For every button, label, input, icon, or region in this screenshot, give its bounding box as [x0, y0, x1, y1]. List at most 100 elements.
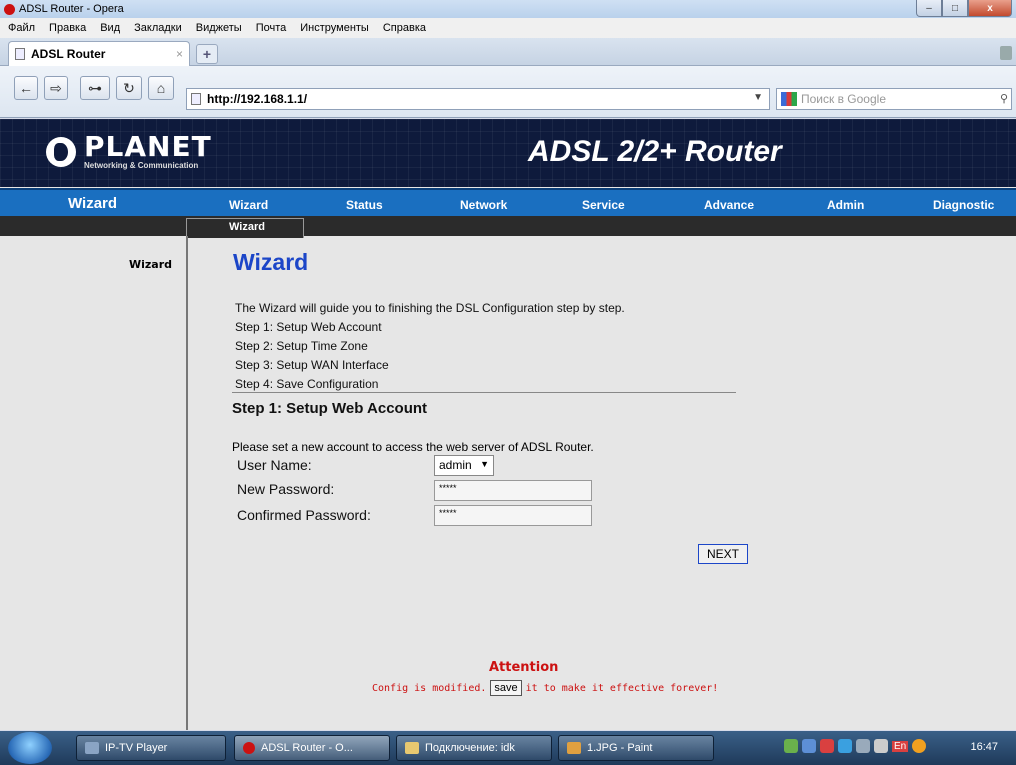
- subtab-wizard[interactable]: Wizard: [186, 218, 304, 238]
- system-tray: En: [784, 739, 930, 753]
- task-label: 1.JPG - Paint: [587, 742, 653, 754]
- intro-line: Step 3: Setup WAN Interface: [235, 358, 389, 372]
- confirm-password-label: Confirmed Password:: [237, 507, 371, 523]
- planet-logo: PLANET Networking & Communication: [46, 133, 212, 170]
- user-name-value: admin: [439, 458, 472, 472]
- page-icon: [191, 93, 201, 105]
- wizard-intro: The Wizard will guide you to finishing t…: [235, 299, 625, 394]
- close-window-button[interactable]: x: [968, 0, 1012, 17]
- search-input[interactable]: Поиск в Google ⚲: [776, 88, 1012, 110]
- sub-nav: Wizard: [0, 216, 1016, 238]
- menu-file[interactable]: Файл: [8, 22, 35, 34]
- product-title: ADSL 2/2+ Router: [528, 135, 782, 168]
- reload-icon[interactable]: ↻: [116, 76, 142, 100]
- new-tab-button[interactable]: +: [196, 44, 218, 64]
- window-titlebar: ADSL Router - Opera – □ x: [0, 0, 1016, 18]
- current-section: Wizard: [68, 195, 118, 212]
- tray-icon[interactable]: [802, 739, 816, 753]
- clock[interactable]: 16:47: [970, 741, 998, 753]
- nav-service[interactable]: Service: [582, 198, 625, 212]
- config-prefix: Config is modified.: [372, 682, 487, 694]
- config-suffix: it to make it effective forever!: [525, 682, 719, 694]
- tray-icon[interactable]: [912, 739, 927, 753]
- nav-diagnostic[interactable]: Diagnostic: [933, 198, 994, 212]
- back-arrow-icon[interactable]: ←: [14, 76, 38, 100]
- address-field[interactable]: http://192.168.1.1/ ▼: [186, 88, 770, 110]
- address-toolbar: ← ⇨ ⊶ ↻ ⌂ http://192.168.1.1/ ▼ Поиск в …: [0, 66, 1016, 118]
- save-button[interactable]: save: [490, 680, 522, 696]
- opera-logo-icon: [4, 3, 15, 15]
- router-page: PLANET Networking & Communication ADSL 2…: [0, 119, 1016, 730]
- url-text: http://192.168.1.1/: [207, 92, 308, 106]
- window-title: ADSL Router - Opera: [19, 3, 124, 15]
- task-paint[interactable]: 1.JPG - Paint: [558, 735, 714, 761]
- main-nav: Wizard Wizard Status Network Service Adv…: [0, 188, 1016, 216]
- chevron-down-icon: ▼: [480, 459, 489, 469]
- google-icon[interactable]: [781, 92, 797, 106]
- forward-arrow-icon[interactable]: ⇨: [44, 76, 68, 100]
- user-name-select[interactable]: admin ▼: [434, 455, 494, 476]
- menu-bar: Файл Правка Вид Закладки Виджеты Почта И…: [0, 18, 1016, 38]
- tray-icon[interactable]: [838, 739, 852, 753]
- sidebar-item-wizard[interactable]: Wizard: [129, 258, 172, 271]
- next-button[interactable]: NEXT: [698, 544, 748, 564]
- folder-icon: [405, 742, 419, 754]
- nav-advance[interactable]: Advance: [704, 198, 754, 212]
- user-name-label: User Name:: [237, 457, 312, 473]
- page-title: Wizard: [233, 249, 309, 275]
- menu-view[interactable]: Вид: [100, 22, 120, 34]
- tab-close-icon[interactable]: ×: [176, 47, 183, 61]
- new-password-field[interactable]: *****: [434, 480, 592, 501]
- config-notice: Config is modified. save it to make it e…: [372, 680, 718, 696]
- tab-bar: ADSL Router × +: [0, 38, 1016, 66]
- planet-logo-icon: [46, 136, 76, 167]
- menu-help[interactable]: Справка: [383, 22, 426, 34]
- task-iptv-player[interactable]: IP-TV Player: [76, 735, 226, 761]
- language-indicator[interactable]: En: [892, 740, 909, 752]
- menu-widgets[interactable]: Виджеты: [196, 22, 242, 34]
- section-description: Please set a new account to access the w…: [232, 440, 594, 454]
- volume-icon[interactable]: [874, 739, 888, 753]
- home-icon[interactable]: ⌂: [148, 76, 174, 100]
- task-adsl-router[interactable]: ADSL Router - O...: [234, 735, 390, 761]
- confirm-password-field[interactable]: *****: [434, 505, 592, 526]
- iptv-icon: [85, 742, 99, 754]
- maximize-button[interactable]: □: [942, 0, 968, 17]
- menu-tools[interactable]: Инструменты: [300, 22, 369, 34]
- tab-title: ADSL Router: [31, 47, 106, 61]
- intro-line: Step 2: Setup Time Zone: [235, 339, 368, 353]
- menu-bookmarks[interactable]: Закладки: [134, 22, 182, 34]
- task-label: Подключение: idk: [425, 742, 515, 754]
- network-icon[interactable]: [856, 739, 870, 753]
- brand-subtitle: Networking & Communication: [84, 161, 199, 170]
- task-label: IP-TV Player: [105, 742, 168, 754]
- tray-icon[interactable]: [784, 739, 798, 753]
- nav-admin[interactable]: Admin: [827, 198, 864, 212]
- page-icon: [15, 48, 25, 60]
- intro-line: The Wizard will guide you to finishing t…: [235, 301, 625, 315]
- taskbar: IP-TV Player ADSL Router - O... Подключе…: [0, 731, 1016, 765]
- trash-icon[interactable]: [1000, 46, 1012, 60]
- nav-network[interactable]: Network: [460, 198, 507, 212]
- tab-adsl-router[interactable]: ADSL Router ×: [8, 41, 190, 66]
- task-label: ADSL Router - O...: [261, 742, 353, 754]
- brand-name: PLANET: [84, 130, 212, 163]
- tray-icon[interactable]: [820, 739, 834, 753]
- banner: PLANET Networking & Communication ADSL 2…: [0, 119, 1016, 187]
- menu-mail[interactable]: Почта: [256, 22, 287, 34]
- left-sidebar: Wizard: [0, 236, 188, 730]
- start-button-icon[interactable]: [8, 732, 52, 764]
- section-title: Step 1: Setup Web Account: [232, 400, 428, 417]
- chevron-down-icon[interactable]: ▼: [753, 92, 763, 103]
- search-icon[interactable]: ⚲: [1000, 92, 1008, 105]
- attention-title: Attention: [489, 660, 559, 675]
- task-connection[interactable]: Подключение: idk: [396, 735, 552, 761]
- menu-edit[interactable]: Правка: [49, 22, 86, 34]
- nav-wizard[interactable]: Wizard: [229, 198, 268, 212]
- divider: [232, 392, 736, 393]
- minimize-button[interactable]: –: [916, 0, 942, 17]
- search-placeholder: Поиск в Google: [801, 92, 886, 106]
- paint-icon: [567, 742, 581, 754]
- nav-status[interactable]: Status: [346, 198, 383, 212]
- key-icon[interactable]: ⊶: [80, 76, 110, 100]
